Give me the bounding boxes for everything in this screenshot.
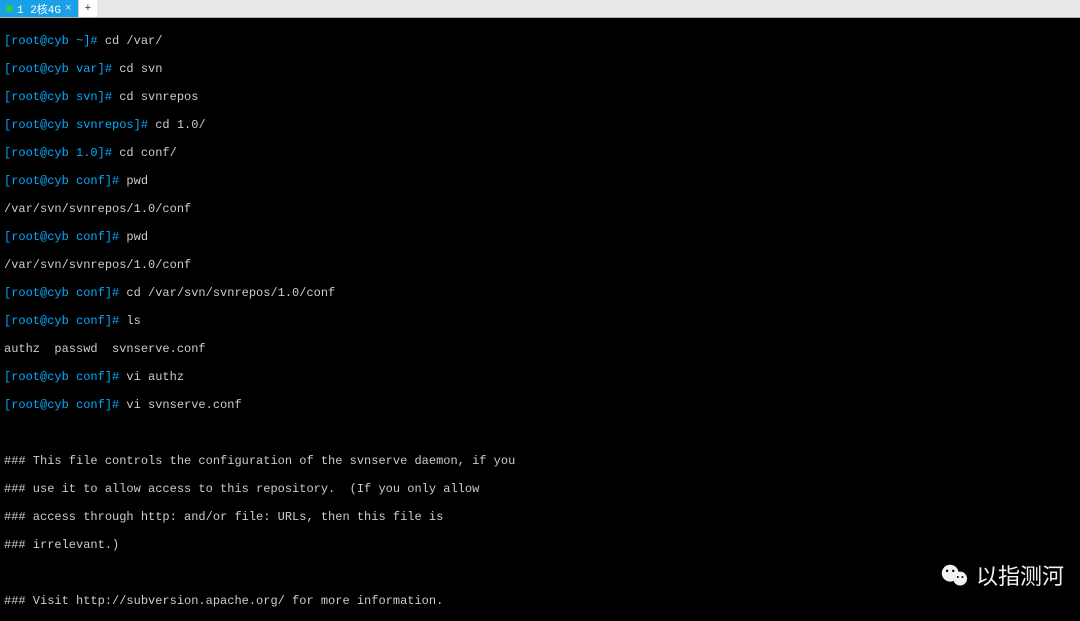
output: /var/svn/svnrepos/1.0/conf	[4, 258, 1076, 272]
new-tab-button[interactable]: +	[78, 0, 98, 17]
tab-bar: 1 2核4G × +	[0, 0, 1080, 18]
tab-title: 1 2核4G	[17, 1, 61, 17]
output: /var/svn/svnrepos/1.0/conf	[4, 202, 1076, 216]
close-icon[interactable]: ×	[65, 3, 72, 15]
file-line: ### This file controls the configuration…	[4, 454, 1076, 468]
command: cd /var/	[105, 34, 163, 48]
tab-session-1[interactable]: 1 2核4G ×	[0, 0, 78, 17]
output: authz passwd svnserve.conf	[4, 342, 1076, 356]
status-dot-icon	[6, 5, 13, 12]
terminal[interactable]: [root@cyb ~]# cd /var/ [root@cyb var]# c…	[0, 18, 1080, 621]
prompt: [root@cyb ~]#	[4, 34, 105, 48]
